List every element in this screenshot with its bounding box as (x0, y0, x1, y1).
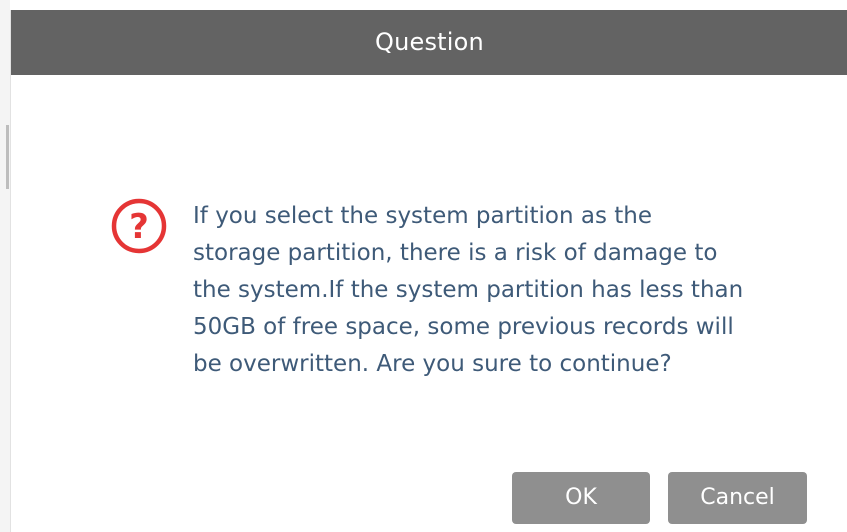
background-window-divider (6, 125, 9, 189)
question-icon-mark: ? (129, 207, 149, 247)
cancel-button[interactable]: Cancel (668, 472, 807, 524)
dialog-message: If you select the system partition as th… (193, 203, 744, 377)
question-dialog: Question ? If you select the system part… (10, 10, 847, 532)
dialog-title: Question (375, 28, 484, 56)
screen: Question ? If you select the system part… (0, 0, 847, 532)
ok-button[interactable]: OK (512, 472, 650, 524)
dialog-titlebar[interactable]: Question (11, 10, 847, 75)
background-window-edge (0, 0, 10, 532)
question-circle-icon: ? (111, 198, 167, 254)
